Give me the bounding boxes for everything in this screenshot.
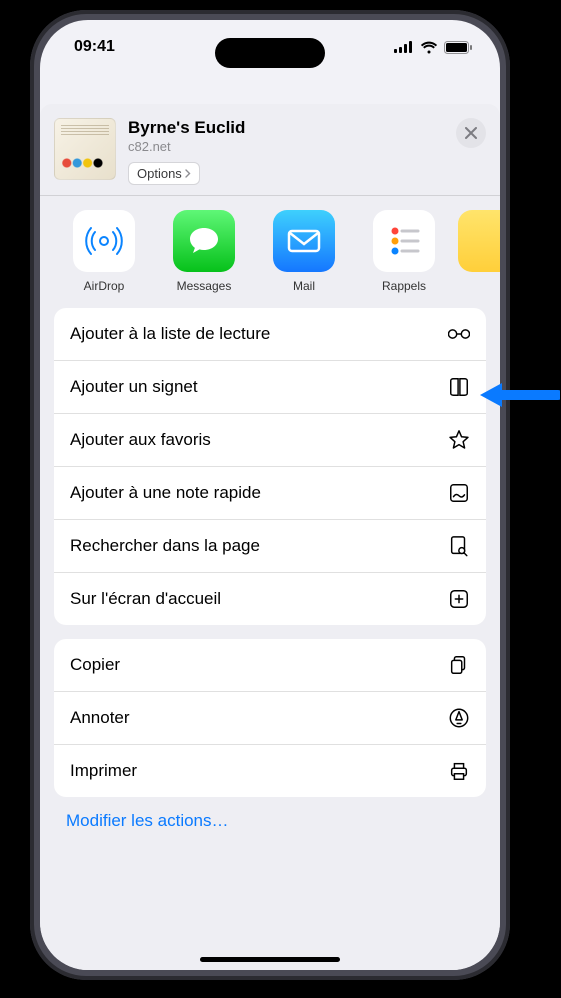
action-copy[interactable]: Copier — [54, 639, 486, 692]
app-share-row[interactable]: AirDrop Messages Mail Rappels — [40, 196, 500, 307]
actions-scroll[interactable]: Ajouter à la liste de lecture Ajouter un… — [40, 308, 500, 970]
action-favorite[interactable]: Ajouter aux favoris — [54, 414, 486, 467]
battery-icon — [444, 41, 472, 54]
reminders-icon — [383, 220, 425, 262]
home-indicator[interactable] — [200, 957, 340, 962]
action-label: Ajouter à une note rapide — [70, 483, 261, 503]
action-print[interactable]: Imprimer — [54, 745, 486, 797]
cellular-icon — [394, 41, 414, 53]
edit-actions-link[interactable]: Modifier les actions… — [54, 811, 486, 839]
action-markup[interactable]: Annoter — [54, 692, 486, 745]
action-label: Copier — [70, 655, 120, 675]
action-find-on-page[interactable]: Rechercher dans la page — [54, 520, 486, 573]
star-icon — [448, 429, 470, 451]
callout-arrow — [480, 380, 560, 410]
app-label: Messages — [158, 279, 250, 293]
quicknote-icon — [448, 482, 470, 504]
actions-group-primary: Ajouter à la liste de lecture Ajouter un… — [54, 308, 486, 625]
share-title: Byrne's Euclid — [128, 118, 444, 138]
actions-group-secondary: Copier Annoter Imprimer — [54, 639, 486, 797]
options-button[interactable]: Options — [128, 162, 200, 185]
chevron-right-icon — [185, 169, 191, 178]
action-label: Ajouter à la liste de lecture — [70, 324, 270, 344]
share-app-mail[interactable]: Mail — [258, 210, 350, 293]
printer-icon — [448, 760, 470, 782]
doc-search-icon — [448, 535, 470, 557]
share-sheet: Byrne's Euclid c82.net Options AirDrop — [40, 104, 500, 970]
close-button[interactable] — [456, 118, 486, 148]
messages-icon — [184, 221, 224, 261]
share-app-reminders[interactable]: Rappels — [358, 210, 450, 293]
app-label: Mail — [258, 279, 350, 293]
wifi-icon — [420, 41, 438, 54]
action-bookmark[interactable]: Ajouter un signet — [54, 361, 486, 414]
markup-icon — [448, 707, 470, 729]
action-quick-note[interactable]: Ajouter à une note rapide — [54, 467, 486, 520]
plus-app-icon — [448, 588, 470, 610]
action-label: Ajouter aux favoris — [70, 430, 211, 450]
action-label: Ajouter un signet — [70, 377, 198, 397]
mail-icon — [283, 220, 325, 262]
action-label: Sur l'écran d'accueil — [70, 589, 221, 609]
action-reading-list[interactable]: Ajouter à la liste de lecture — [54, 308, 486, 361]
airdrop-icon — [83, 220, 125, 262]
doc-on-doc-icon — [448, 654, 470, 676]
status-time: 09:41 — [74, 38, 115, 56]
action-label: Imprimer — [70, 761, 137, 781]
action-label: Rechercher dans la page — [70, 536, 260, 556]
book-icon — [448, 376, 470, 398]
share-app-airdrop[interactable]: AirDrop — [58, 210, 150, 293]
page-thumbnail — [54, 118, 116, 180]
options-label: Options — [137, 166, 182, 181]
action-label: Annoter — [70, 708, 130, 728]
glasses-icon — [448, 323, 470, 345]
action-home-screen[interactable]: Sur l'écran d'accueil — [54, 573, 486, 625]
share-subtitle: c82.net — [128, 139, 444, 154]
share-app-notes[interactable] — [458, 210, 488, 293]
dynamic-island — [215, 38, 325, 68]
app-label: Rappels — [358, 279, 450, 293]
close-icon — [465, 127, 477, 139]
app-label: AirDrop — [58, 279, 150, 293]
share-app-messages[interactable]: Messages — [158, 210, 250, 293]
